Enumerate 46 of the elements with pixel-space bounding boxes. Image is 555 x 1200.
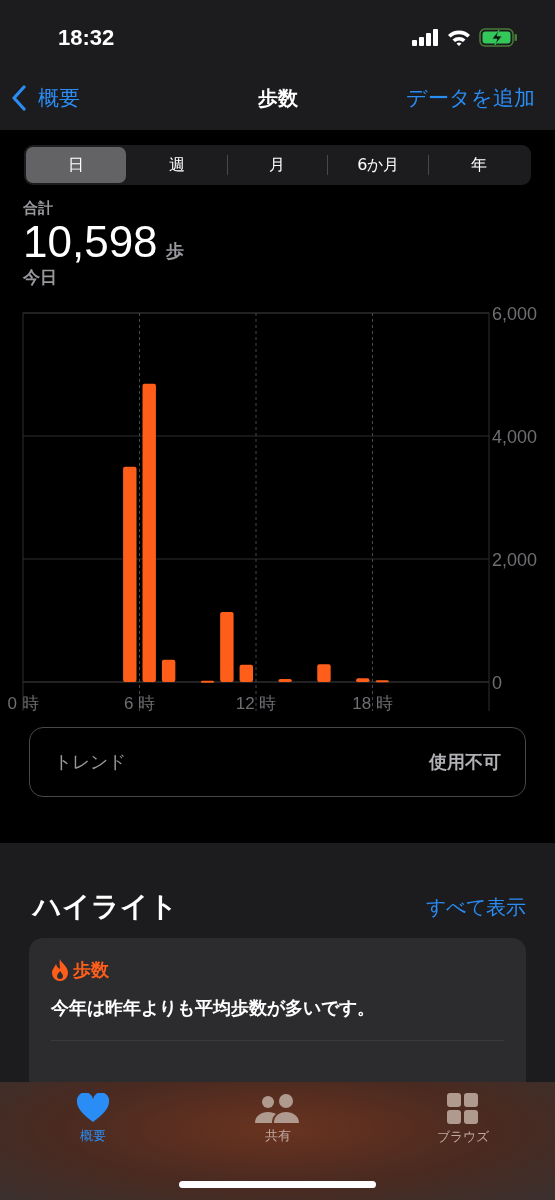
x-axis-label: 12 時 (235, 694, 277, 713)
people-icon (254, 1093, 301, 1123)
x-axis-label: 18 時 (352, 694, 393, 713)
step-bar (356, 678, 370, 683)
segment-tab[interactable]: 6か月 (328, 147, 429, 183)
step-unit: 歩 (165, 239, 184, 263)
heart-icon (75, 1093, 110, 1123)
segment-tab[interactable]: 月 (227, 147, 328, 183)
y-axis-label: 0 (492, 673, 502, 694)
signal-icon (412, 29, 439, 46)
section-title: ハイライト (33, 889, 178, 925)
nav-title: 歩数 (257, 84, 298, 112)
period-label: 今日 (23, 266, 58, 290)
chevron-left-icon (12, 85, 26, 111)
tab-item[interactable]: ブラウズ (407, 1092, 518, 1152)
step-total: 10,598 (23, 218, 158, 267)
segment-tab[interactable]: 日 (26, 147, 126, 183)
add-data-button[interactable]: データを追加 (406, 84, 535, 112)
flame-icon (51, 958, 69, 982)
show-all-link[interactable]: すべて表示 (426, 893, 526, 921)
y-axis-label: 2,000 (492, 550, 538, 571)
step-bar (220, 612, 234, 683)
category-label: 歩数 (73, 958, 109, 982)
tab-item[interactable]: 概要 (37, 1092, 148, 1152)
summary-label: 合計 (23, 199, 54, 218)
step-bar (161, 660, 176, 683)
step-bar (375, 680, 389, 683)
step-bar (200, 681, 215, 684)
wifi-icon (447, 28, 471, 47)
status-time: 18:32 (58, 24, 115, 51)
y-axis-label: 6,000 (492, 307, 538, 325)
trend-value: 使用不可 (429, 750, 501, 775)
step-bar (317, 664, 331, 683)
step-bar (278, 679, 292, 683)
x-axis-label: 0 時 (7, 694, 39, 713)
back-button[interactable]: 概要 (12, 84, 80, 112)
tab-item[interactable]: 共有 (222, 1092, 333, 1152)
segment-tab[interactable]: 年 (429, 147, 529, 183)
segment-tab[interactable]: 週 (126, 147, 227, 183)
highlight-text: 今年は昨年よりも平均歩数が多いです。 (51, 996, 376, 1020)
trend-label: トレンド (54, 750, 126, 775)
x-axis-label: 6 時 (123, 694, 156, 713)
y-axis-label: 4,000 (492, 427, 538, 448)
step-bar (239, 665, 253, 683)
battery-icon (479, 28, 518, 47)
grid-icon (447, 1093, 478, 1124)
